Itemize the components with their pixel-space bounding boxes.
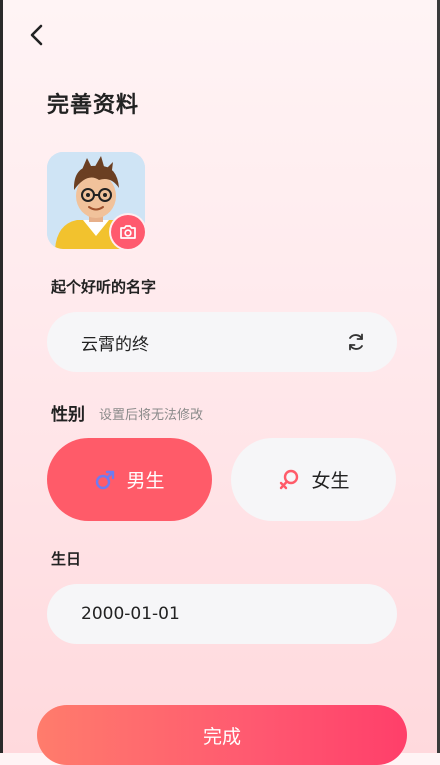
gender-hint: 设置后将无法修改 [99, 408, 204, 423]
nickname-field[interactable]: 云霄的终 [47, 312, 397, 372]
change-avatar-button[interactable] [111, 215, 145, 249]
back-button[interactable] [24, 20, 50, 50]
gender-female-option[interactable]: 女生 [231, 438, 396, 521]
gender-label: 性别 [51, 405, 85, 425]
gender-male-option[interactable]: 男生 [47, 438, 212, 521]
male-symbol-icon [96, 470, 115, 489]
done-button[interactable]: 完成 [37, 705, 407, 765]
page-title: 完善资料 [47, 93, 140, 118]
nickname-value: 云霄的终 [81, 334, 149, 355]
birthday-field[interactable]: 2000-01-01 [47, 584, 397, 644]
gender-male-label: 男生 [126, 470, 165, 492]
camera-icon [120, 225, 136, 239]
birthday-label: 生日 [51, 550, 82, 568]
name-label: 起个好听的名字 [51, 278, 157, 296]
female-symbol-icon [280, 469, 299, 489]
chevron-left-icon [30, 24, 43, 46]
window-edge-left [0, 0, 3, 753]
done-label: 完成 [202, 726, 241, 748]
birthday-value: 2000-01-01 [81, 604, 180, 624]
refresh-icon[interactable] [345, 331, 367, 353]
gender-female-label: 女生 [311, 470, 350, 492]
